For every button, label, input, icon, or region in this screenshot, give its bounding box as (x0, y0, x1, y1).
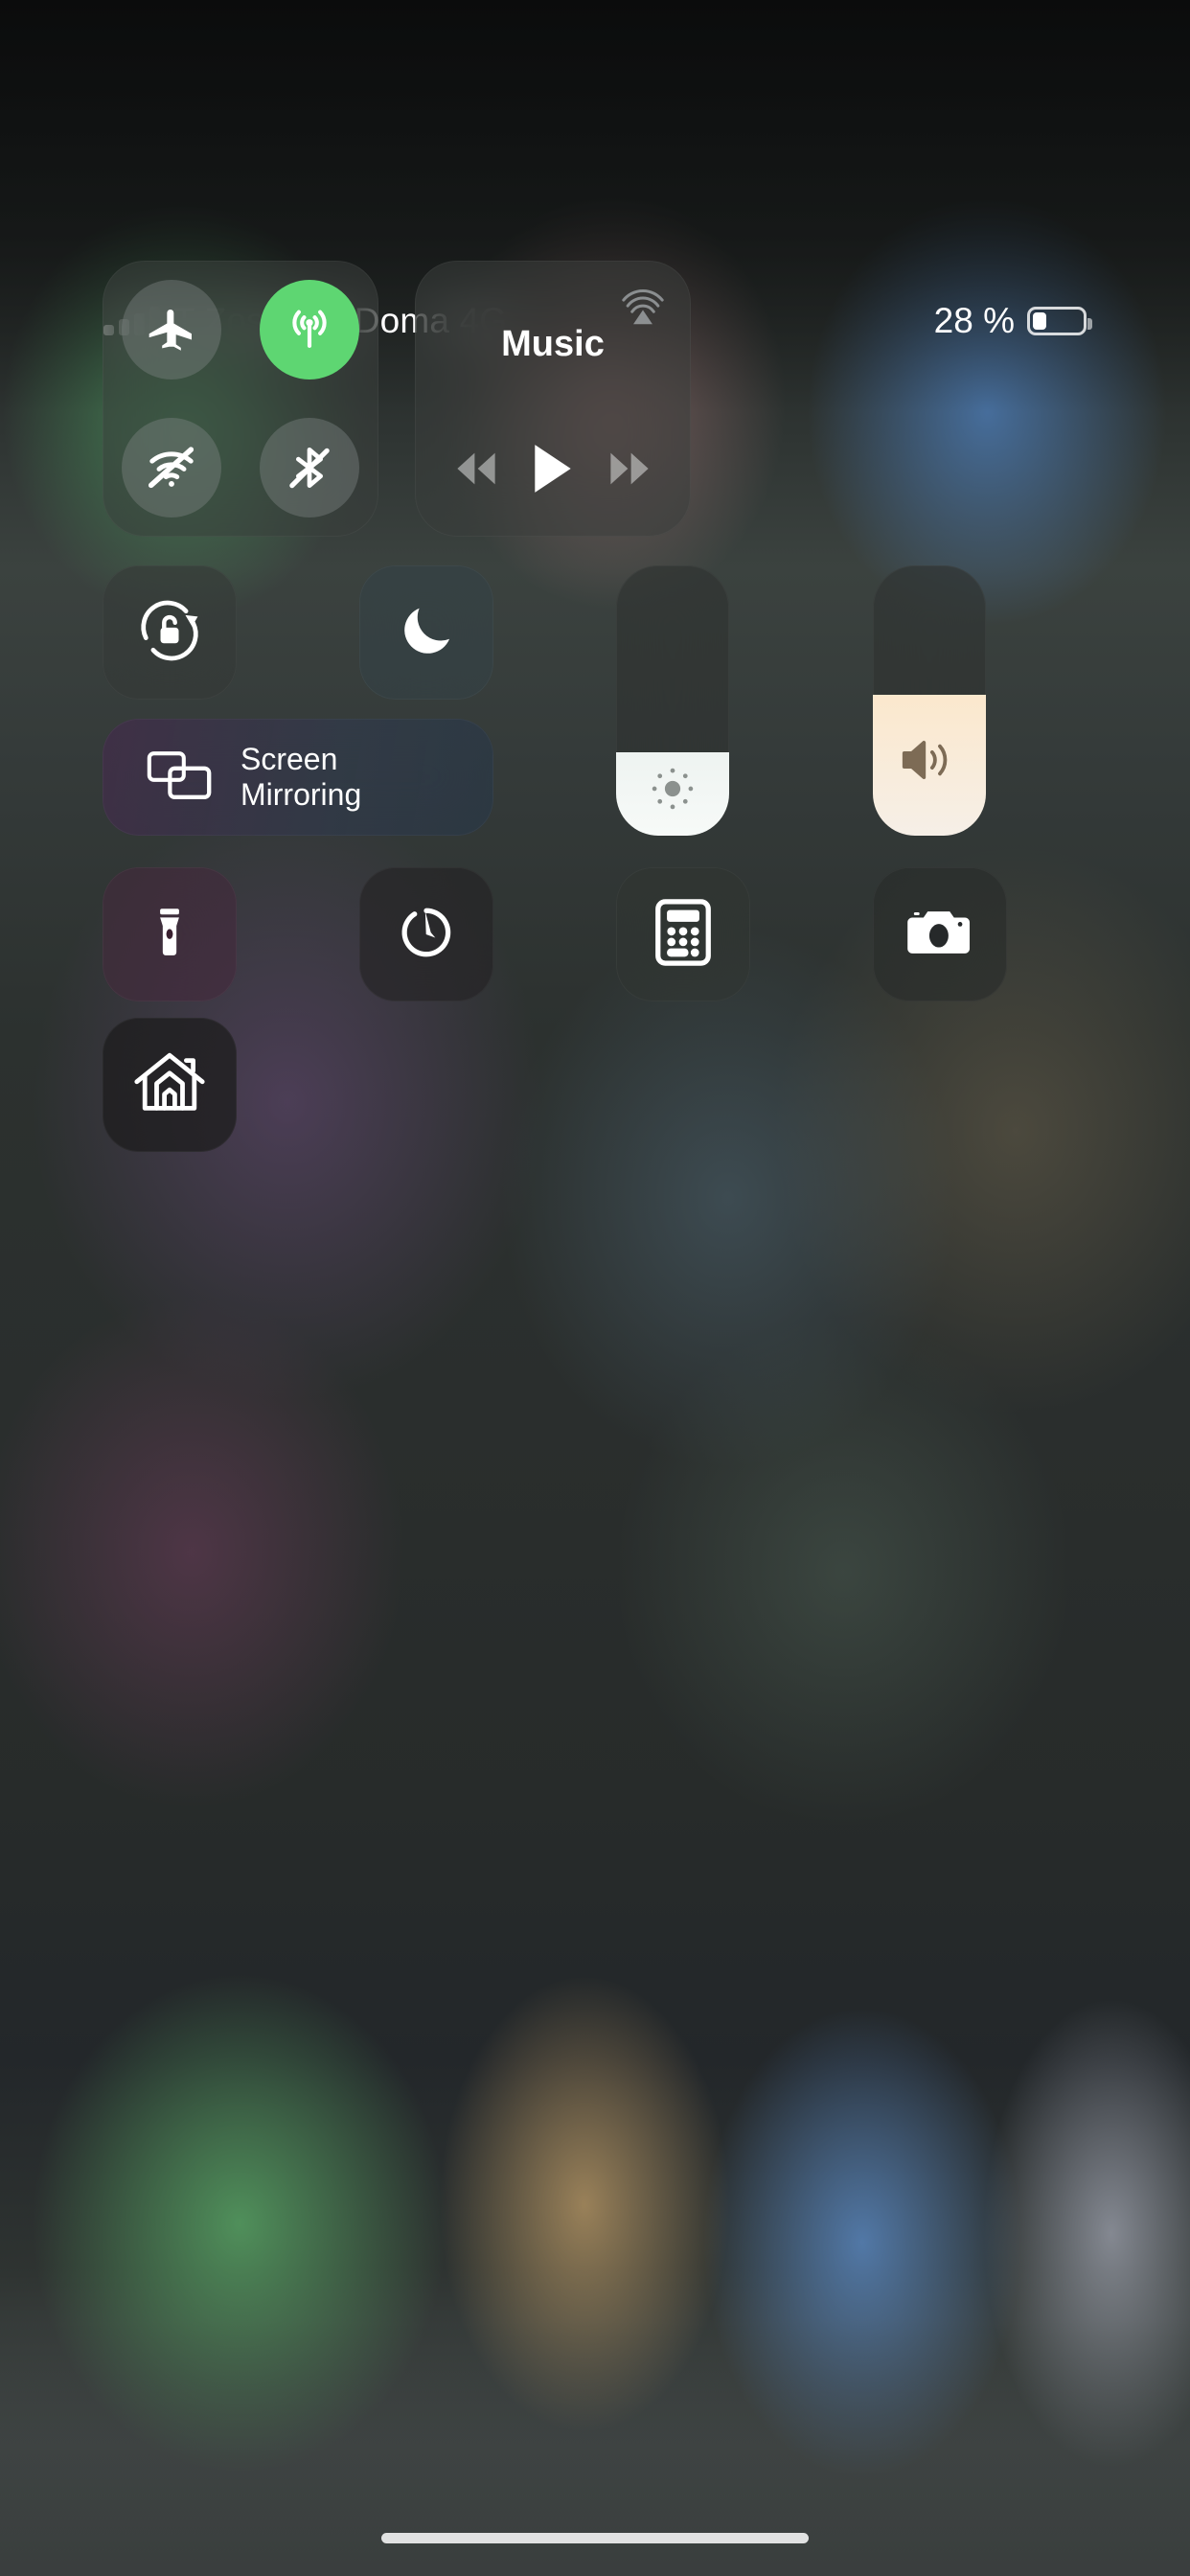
home-indicator[interactable] (381, 2533, 809, 2543)
volume-slider[interactable] (873, 565, 986, 836)
camera-button[interactable] (873, 867, 1007, 1001)
timer-button[interactable] (359, 867, 493, 1001)
bluetooth-toggle[interactable] (260, 418, 359, 518)
brightness-sun-icon (647, 763, 698, 819)
cellular-data-toggle[interactable] (260, 280, 359, 380)
speaker-waves-icon (900, 734, 959, 791)
home-house-icon (132, 1047, 207, 1123)
bluetooth-slash-icon (283, 441, 336, 494)
control-center-screen: T Zostante Doma 4G 28 % (0, 0, 1190, 2576)
timer-icon (393, 899, 460, 971)
fast-forward-button[interactable] (606, 451, 653, 486)
rotation-lock-icon (133, 594, 206, 672)
calculator-button[interactable] (616, 867, 750, 1001)
flashlight-icon (138, 901, 201, 969)
brightness-slider-fill (616, 751, 729, 836)
play-button[interactable] (532, 443, 574, 494)
cellular-antenna-icon (282, 302, 337, 357)
rewind-button[interactable] (452, 451, 500, 486)
connectivity-module (103, 261, 378, 537)
music-module[interactable]: Music (415, 261, 691, 537)
screen-mirroring-icon (145, 748, 214, 808)
camera-icon (905, 903, 974, 967)
airplane-mode-toggle[interactable] (122, 280, 221, 380)
volume-slider-fill (873, 695, 986, 836)
moon-icon (394, 598, 459, 668)
home-app-button[interactable] (103, 1018, 237, 1152)
wifi-toggle[interactable] (122, 418, 221, 518)
airplane-icon (145, 303, 198, 356)
flashlight-toggle[interactable] (103, 867, 237, 1001)
calculator-icon (652, 898, 714, 971)
do-not-disturb-toggle[interactable] (359, 565, 493, 700)
screen-mirroring-label: Screen Mirroring (240, 741, 362, 812)
music-transport-controls (415, 443, 691, 494)
control-center-grid: Music Screen Mirroring (0, 0, 1190, 2576)
screen-mirroring-button[interactable]: Screen Mirroring (103, 719, 493, 836)
brightness-slider[interactable] (616, 565, 729, 836)
rotation-lock-toggle[interactable] (103, 565, 237, 700)
wifi-slash-icon (144, 440, 199, 495)
music-title: Music (501, 324, 605, 364)
